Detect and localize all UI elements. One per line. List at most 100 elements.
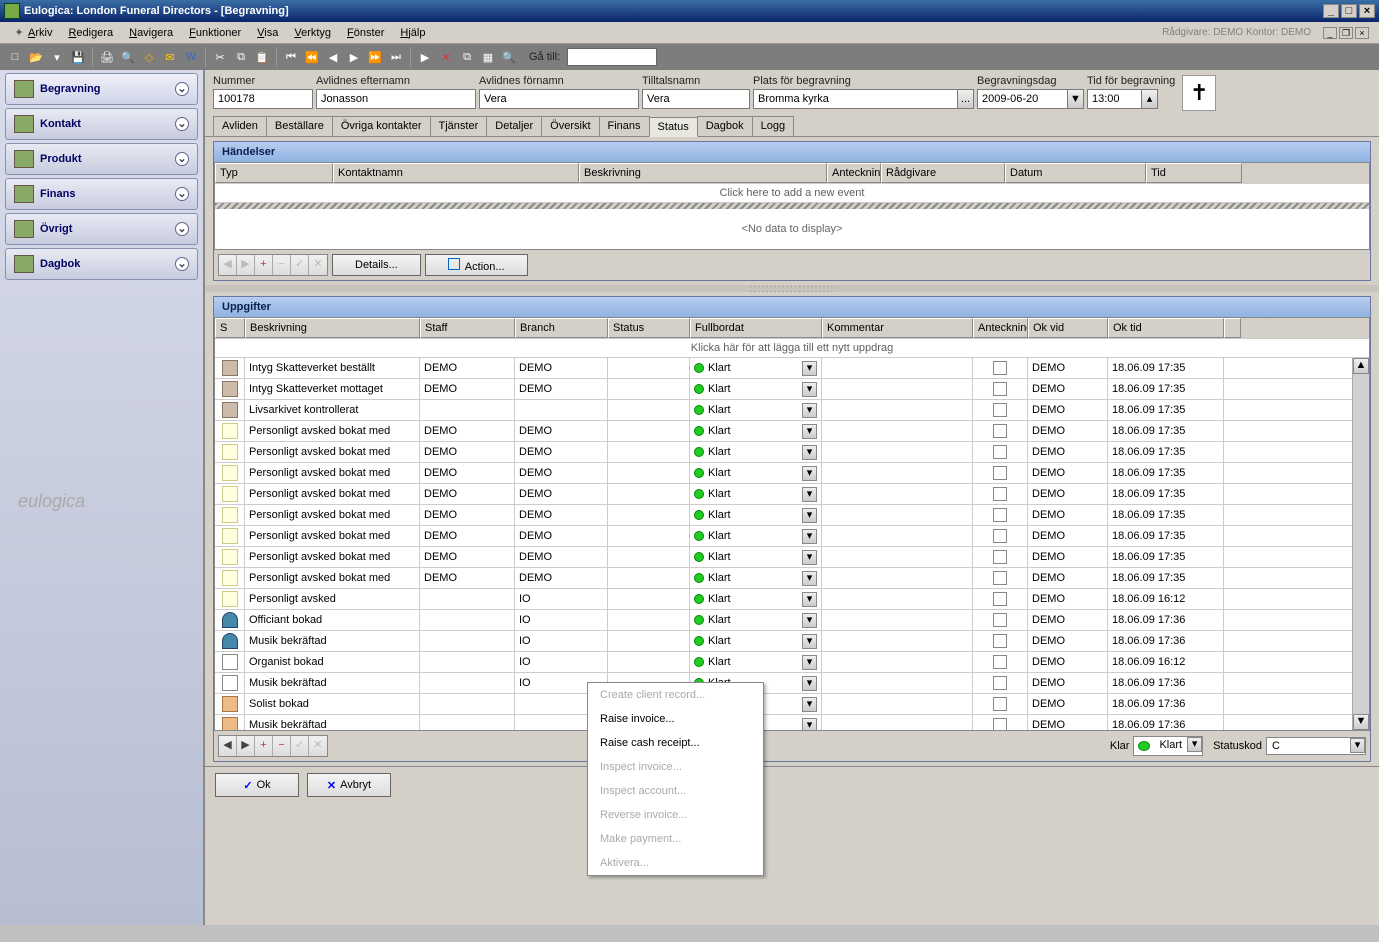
cancel-button[interactable]: ✕Avbryt	[307, 773, 391, 797]
cell-anteckning[interactable]	[973, 547, 1028, 567]
cell-anteckning[interactable]	[973, 442, 1028, 462]
scrollbar[interactable]: ▲ ▼	[1352, 358, 1369, 730]
mdi-close[interactable]: ×	[1355, 27, 1369, 39]
task-row[interactable]: Personligt avskedIOKlart▾DEMO18.06.09 16…	[215, 589, 1352, 610]
task-row[interactable]: Personligt avsked bokat medDEMODEMOKlart…	[215, 442, 1352, 463]
menu-navigera[interactable]: Navigera	[129, 27, 173, 39]
ok-button[interactable]: ✓Ok	[215, 773, 299, 797]
save-icon[interactable]: 💾	[69, 48, 87, 66]
cell-anteckning[interactable]	[973, 463, 1028, 483]
task-row[interactable]: Personligt avsked bokat medDEMODEMOKlart…	[215, 505, 1352, 526]
mdi-restore[interactable]: ❐	[1339, 27, 1353, 39]
tnav-prev[interactable]: ◀	[219, 736, 237, 756]
menu-fönster[interactable]: Fönster	[347, 27, 384, 39]
last-icon[interactable]: ⏭	[387, 48, 405, 66]
nav-add[interactable]: +	[255, 255, 273, 275]
tasks-col-3[interactable]: Branch	[515, 318, 608, 338]
tid-dropdown-icon[interactable]: ▴	[1141, 89, 1158, 109]
menu-funktioner[interactable]: Funktioner	[189, 27, 241, 39]
sidebar-item-begravning[interactable]: Begravning⌄	[5, 73, 198, 105]
dropdown-icon[interactable]: ▾	[802, 466, 817, 481]
run-icon[interactable]: ▶	[416, 48, 434, 66]
tool-icon[interactable]: ◇	[140, 48, 158, 66]
close-button[interactable]: ×	[1359, 4, 1375, 18]
menu-verktyg[interactable]: Verktyg	[294, 27, 331, 39]
app-menu-icon[interactable]: ✦	[10, 24, 28, 42]
paste-icon[interactable]: 📋	[253, 48, 271, 66]
task-row[interactable]: Personligt avsked bokat medDEMODEMOKlart…	[215, 568, 1352, 589]
dropdown-icon[interactable]: ▾	[802, 718, 817, 731]
expand-icon[interactable]: ⌄	[175, 117, 189, 131]
minimize-button[interactable]: _	[1323, 4, 1339, 18]
tasks-col-4[interactable]: Status	[608, 318, 690, 338]
expand-icon[interactable]: ⌄	[175, 257, 189, 271]
statuskod-select[interactable]: C ▾	[1266, 737, 1366, 755]
task-row[interactable]: Organist bokadIOKlart▾DEMO18.06.09 16:12	[215, 652, 1352, 673]
sidebar-item-kontakt[interactable]: Kontakt⌄	[5, 108, 198, 140]
dropdown-icon[interactable]: ▾	[802, 613, 817, 628]
task-row[interactable]: Musik bekräftadIOKlart▾DEMO18.06.09 17:3…	[215, 631, 1352, 652]
cell-anteckning[interactable]	[973, 526, 1028, 546]
dropdown-icon[interactable]: ▾	[802, 529, 817, 544]
tab-tjänster[interactable]: Tjänster	[430, 116, 488, 136]
field-plats[interactable]	[753, 89, 957, 109]
first-icon[interactable]: ⏮	[282, 48, 300, 66]
nav-prev[interactable]: ◀	[219, 255, 237, 275]
cell-fullbordat[interactable]: Klart▾	[690, 421, 822, 441]
dropdown-icon[interactable]: ▾	[802, 361, 817, 376]
cell-fullbordat[interactable]: Klart▾	[690, 652, 822, 672]
tab-beställare[interactable]: Beställare	[266, 116, 333, 136]
dropdown-icon[interactable]: ▾	[802, 403, 817, 418]
goto-input[interactable]	[567, 48, 657, 66]
mdi-minimize[interactable]: _	[1323, 27, 1337, 39]
new-icon[interactable]: □	[6, 48, 24, 66]
events-col-6[interactable]: Tid	[1146, 163, 1242, 183]
cell-fullbordat[interactable]: Klart▾	[690, 442, 822, 462]
grid-icon[interactable]: ▦	[479, 48, 497, 66]
cell-fullbordat[interactable]: Klart▾	[690, 400, 822, 420]
tasks-col-1[interactable]: Beskrivning	[245, 318, 420, 338]
scroll-up-icon[interactable]: ▲	[1353, 358, 1369, 374]
cell-anteckning[interactable]	[973, 421, 1028, 441]
menu-hjälp[interactable]: Hjälp	[400, 27, 425, 39]
cell-fullbordat[interactable]: Klart▾	[690, 463, 822, 483]
task-row[interactable]: Solist bokadKlart▾DEMO18.06.09 17:36	[215, 694, 1352, 715]
sidebar-item-dagbok[interactable]: Dagbok⌄	[5, 248, 198, 280]
copy2-icon[interactable]: ⧉	[458, 48, 476, 66]
task-row[interactable]: Musik bekräftadIOKlart▾DEMO18.06.09 17:3…	[215, 673, 1352, 694]
next-icon[interactable]: ▶	[345, 48, 363, 66]
cell-anteckning[interactable]	[973, 505, 1028, 525]
nav-commit[interactable]: ✓	[291, 255, 309, 275]
field-tid[interactable]	[1087, 89, 1141, 109]
field-efternamn[interactable]	[316, 89, 476, 109]
tab-status[interactable]: Status	[649, 117, 698, 137]
expand-icon[interactable]: ⌄	[175, 152, 189, 166]
dropdown-icon[interactable]: ▾	[802, 424, 817, 439]
dropdown-icon[interactable]: ▾	[802, 508, 817, 523]
cell-fullbordat[interactable]: Klart▾	[690, 589, 822, 609]
task-row[interactable]: Personligt avsked bokat medDEMODEMOKlart…	[215, 526, 1352, 547]
expand-icon[interactable]: ⌄	[175, 222, 189, 236]
task-row[interactable]: Personligt avsked bokat medDEMODEMOKlart…	[215, 547, 1352, 568]
events-col-1[interactable]: Kontaktnamn	[333, 163, 579, 183]
cell-anteckning[interactable]	[973, 652, 1028, 672]
tab-detaljer[interactable]: Detaljer	[486, 116, 542, 136]
nav-remove[interactable]: −	[273, 255, 291, 275]
dropdown-icon[interactable]: ▾	[802, 445, 817, 460]
task-row[interactable]: Officiant bokadIOKlart▾DEMO18.06.09 17:3…	[215, 610, 1352, 631]
cell-anteckning[interactable]	[973, 631, 1028, 651]
expand-icon[interactable]: ⌄	[175, 187, 189, 201]
tasks-col-7[interactable]: Anteckning	[973, 318, 1028, 338]
tnav-cancel[interactable]: ✕	[309, 736, 327, 756]
tnav-commit[interactable]: ✓	[291, 736, 309, 756]
dropdown-icon[interactable]: ▾	[48, 48, 66, 66]
tab-logg[interactable]: Logg	[752, 116, 794, 136]
sidebar-item-produkt[interactable]: Produkt⌄	[5, 143, 198, 175]
dropdown-icon[interactable]: ▾	[802, 592, 817, 607]
events-add-hint[interactable]: Click here to add a new event	[215, 183, 1369, 203]
expand-icon[interactable]: ⌄	[175, 82, 189, 96]
sidebar-item-finans[interactable]: Finans⌄	[5, 178, 198, 210]
prev-icon[interactable]: ◀	[324, 48, 342, 66]
tasks-col-5[interactable]: Fullbordat	[690, 318, 822, 338]
preview-icon[interactable]: 🔍	[119, 48, 137, 66]
